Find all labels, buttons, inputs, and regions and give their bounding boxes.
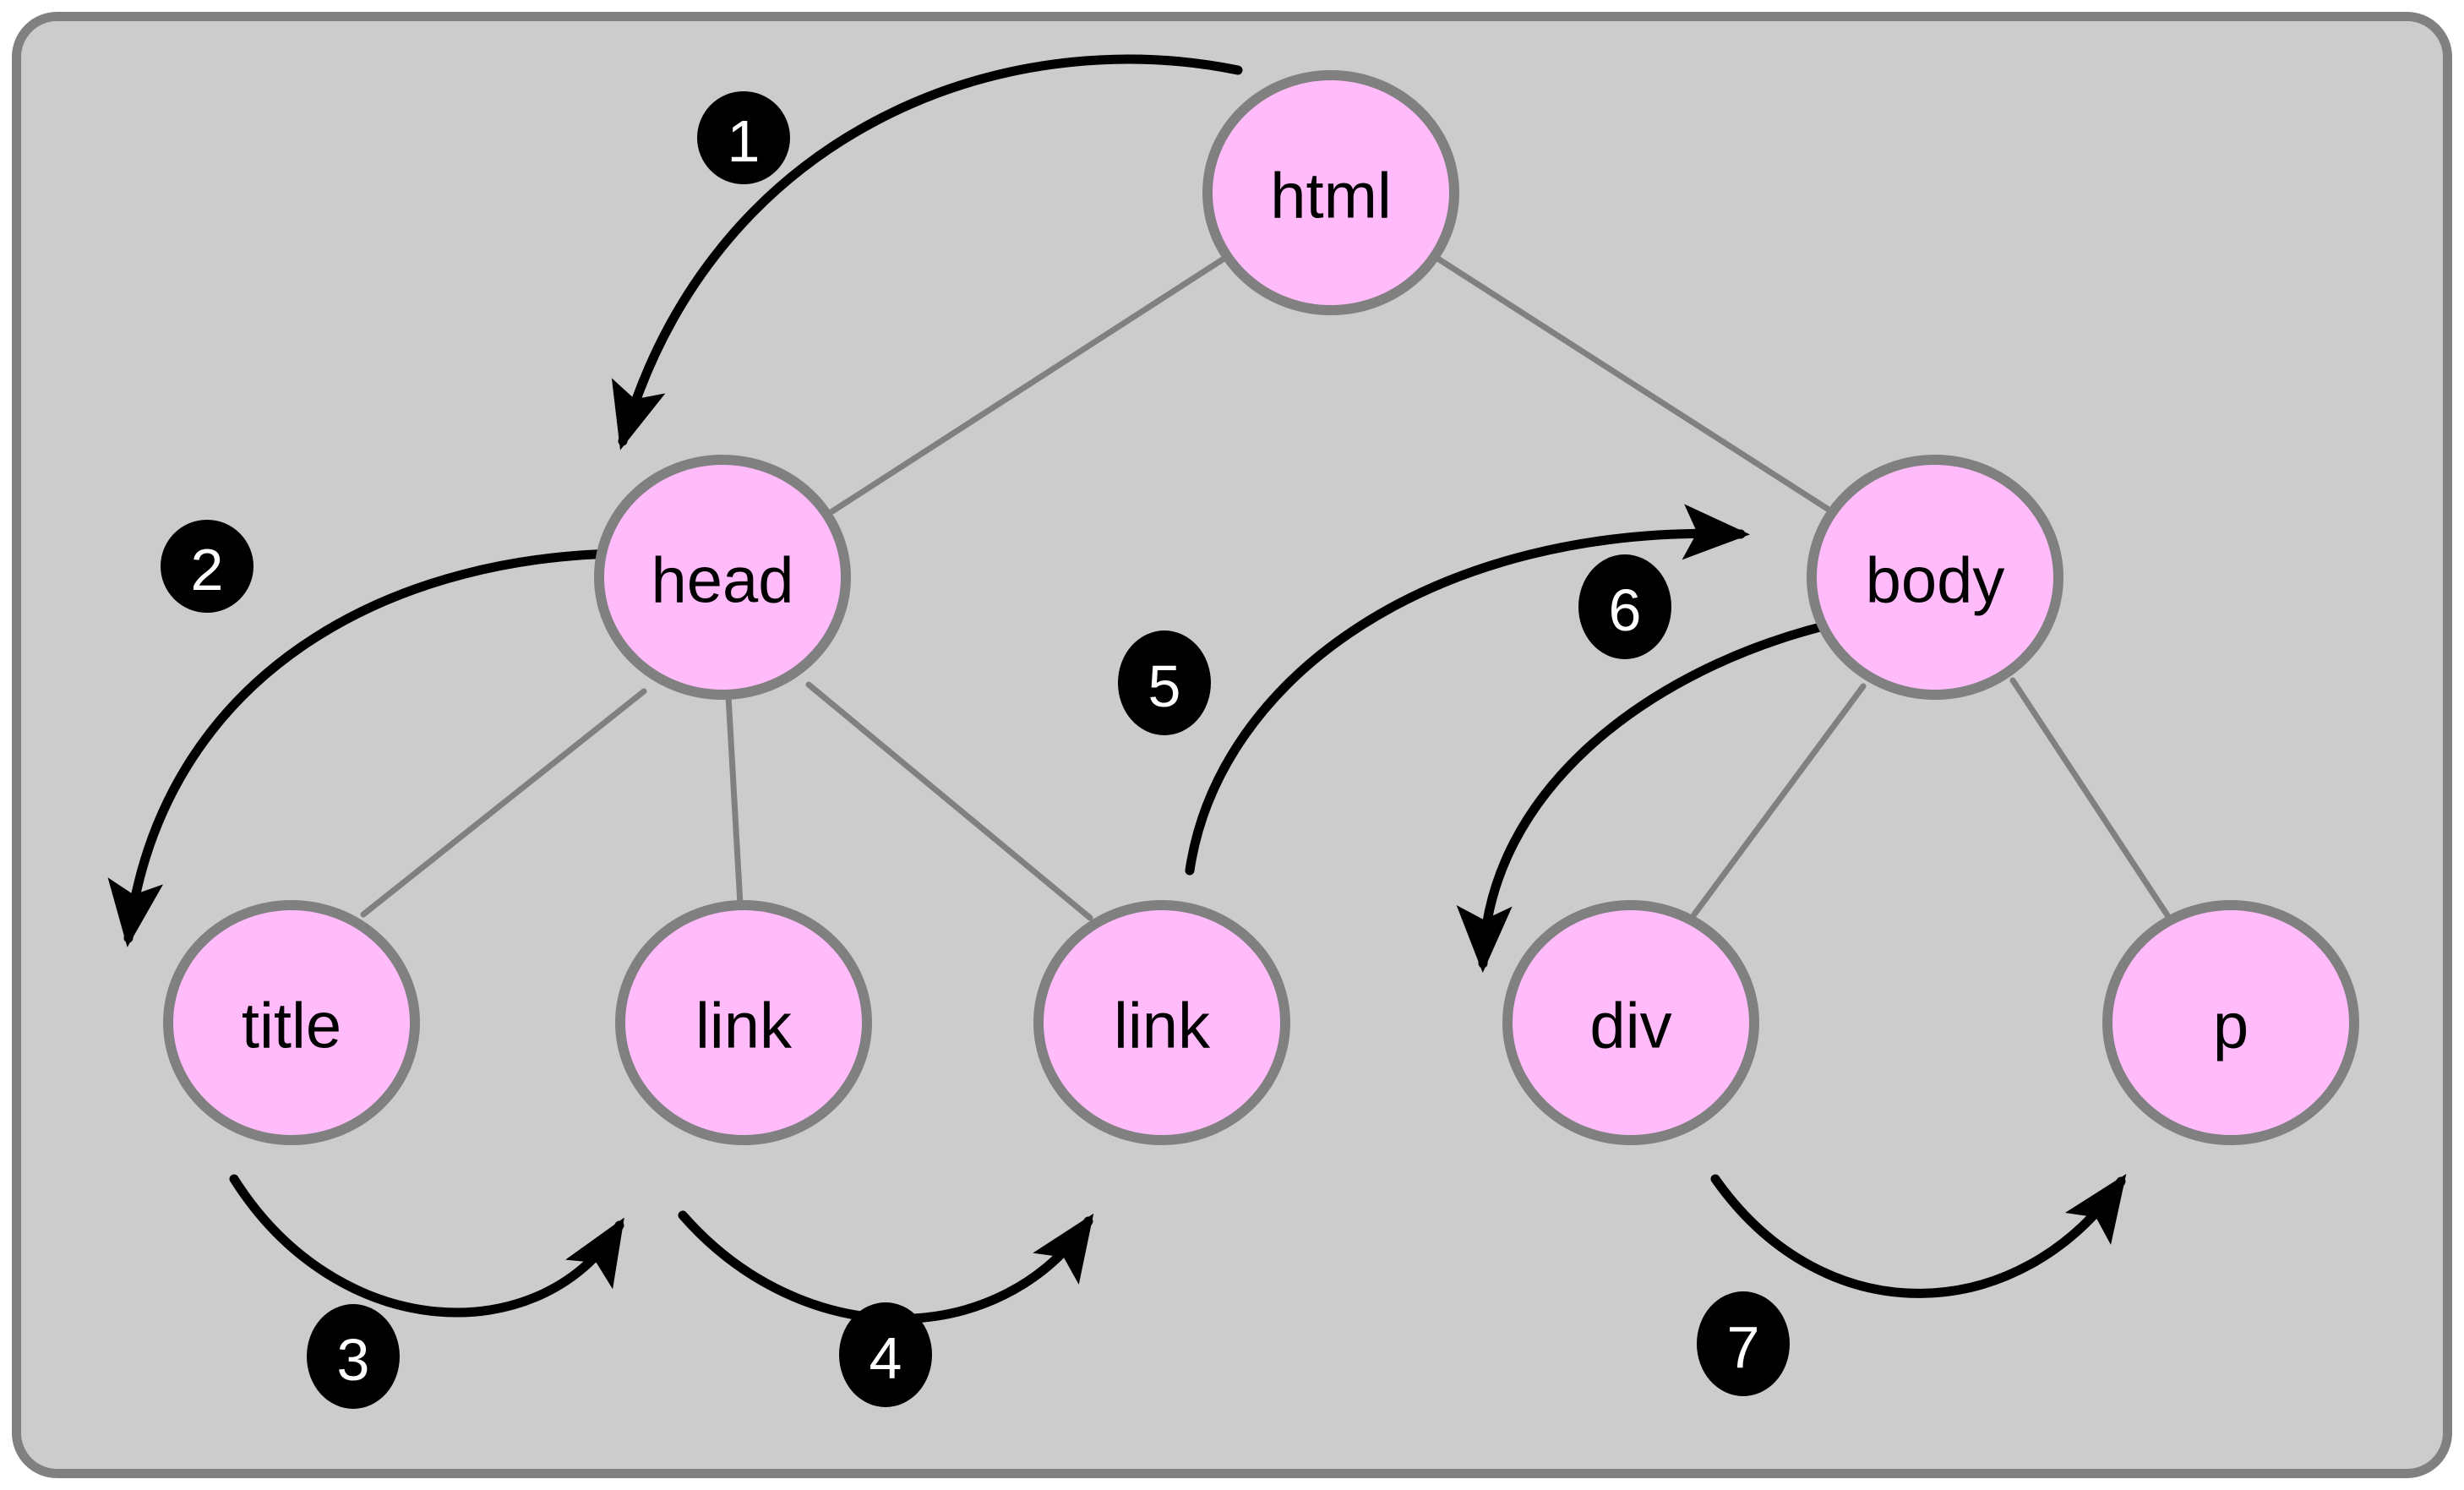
node-p[interactable]: p	[2102, 900, 2359, 1145]
node-title[interactable]: title	[163, 900, 420, 1145]
step-badge-7-label: 7	[1727, 1314, 1760, 1380]
step-badge-1-label: 1	[728, 108, 760, 174]
step-badge-1: 1	[697, 91, 790, 184]
step-badge-2: 2	[161, 520, 253, 613]
node-head-label: head	[651, 545, 793, 617]
node-link2[interactable]: link	[1033, 900, 1290, 1145]
step-badge-5: 5	[1118, 630, 1211, 735]
step-badge-6-label: 6	[1609, 577, 1642, 643]
diagram-canvas: html head body title link link div p 1 2…	[0, 0, 2464, 1490]
step-badge-6: 6	[1578, 554, 1671, 659]
node-html[interactable]: html	[1202, 70, 1459, 315]
step-badge-4: 4	[839, 1302, 932, 1407]
step-badge-7: 7	[1697, 1291, 1790, 1396]
node-html-label: html	[1270, 161, 1392, 232]
node-link1-label: link	[695, 991, 793, 1062]
step-badge-2-label: 2	[191, 537, 224, 603]
node-link2-label: link	[1114, 991, 1211, 1062]
step-badge-5-label: 5	[1148, 653, 1181, 719]
node-title-label: title	[242, 991, 341, 1062]
node-body-label: body	[1866, 545, 2005, 617]
node-p-label: p	[2213, 991, 2249, 1062]
node-div[interactable]: div	[1502, 900, 1759, 1145]
node-body[interactable]: body	[1807, 455, 2063, 700]
step-badge-3-label: 3	[337, 1327, 370, 1393]
node-link1[interactable]: link	[615, 900, 872, 1145]
step-badge-4-label: 4	[869, 1325, 902, 1391]
step-badge-3: 3	[307, 1304, 400, 1409]
dom-tree-traversal-diagram: html head body title link link div p 1 2…	[12, 12, 2452, 1478]
node-div-label: div	[1589, 991, 1671, 1062]
node-head[interactable]: head	[594, 455, 851, 700]
